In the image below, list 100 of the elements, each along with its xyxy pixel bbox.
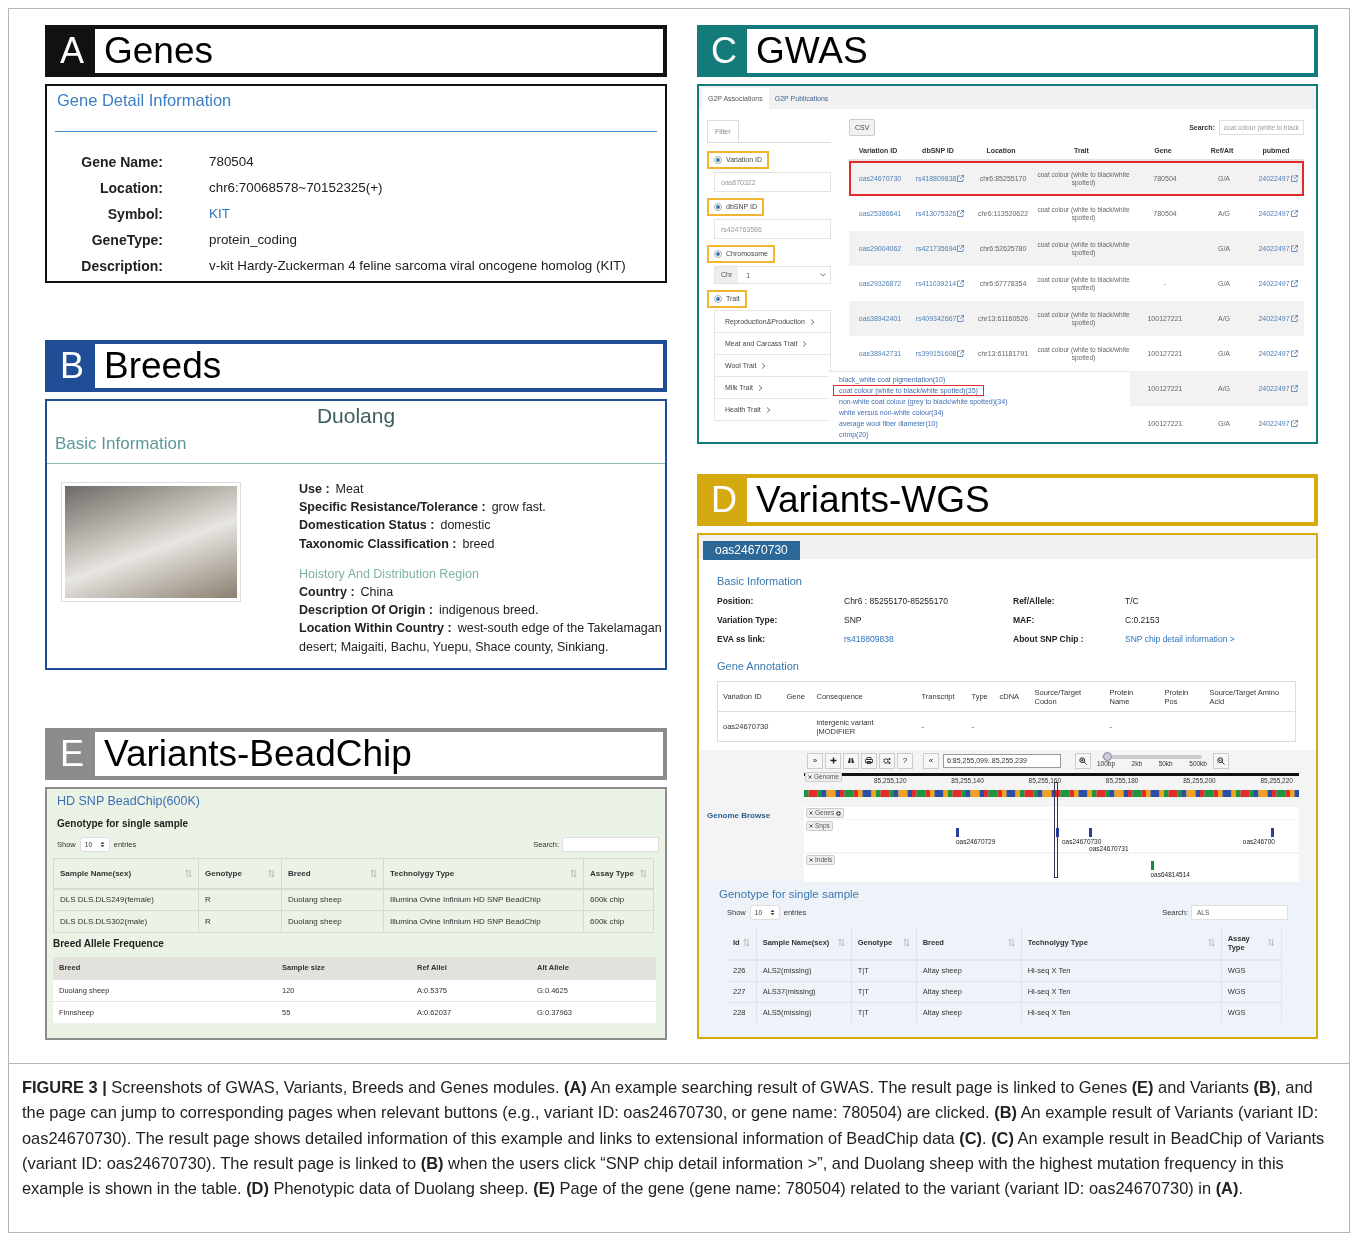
sort-icon[interactable]: [1207, 938, 1215, 947]
column-header[interactable]: Breed: [288, 868, 311, 878]
info-text: Taxonomic Classification : breed: [299, 535, 496, 553]
close-icon[interactable]: [809, 858, 813, 862]
panel-title: Variants-WGS: [755, 478, 990, 522]
field-value: chr6:70068578~70152325(+): [209, 179, 384, 197]
external-link-icon[interactable]: [1290, 350, 1298, 357]
printer-icon: [865, 757, 873, 764]
link[interactable]: SNP chip detail information >: [1125, 634, 1298, 644]
search-field[interactable]: [562, 837, 659, 852]
slider-track[interactable]: [1102, 754, 1202, 759]
field-value: v-kit Hardy-Zuckerman 4 feline sarcoma viral oncogene homolog (KIT): [209, 257, 627, 275]
section-heading: Gene Annotation: [717, 660, 800, 672]
tab[interactable]: oas24670730: [703, 541, 800, 560]
external-link-icon[interactable]: [1290, 280, 1298, 287]
sort-icon[interactable]: [570, 868, 577, 878]
field-label: Variation Type:: [717, 615, 779, 625]
snp-marker[interactable]: [1055, 828, 1059, 837]
search-button[interactable]: [843, 752, 859, 769]
chevron-icon: [765, 406, 771, 413]
panel-title: Genes: [103, 29, 213, 73]
zoom-out-icon: [1217, 756, 1225, 765]
radio-icon[interactable]: [714, 156, 722, 164]
chevron-icon: [761, 362, 767, 369]
field-label: Gene Name:: [80, 153, 163, 172]
caret-icon: [820, 273, 826, 277]
sort-icon[interactable]: [185, 868, 192, 878]
panel-letter: C: [701, 29, 747, 73]
panel-title: Breeds: [103, 344, 222, 388]
column-header[interactable]: Assay Type: [590, 868, 634, 878]
panel-letter: B: [49, 344, 95, 388]
slider-thumb[interactable]: [1103, 751, 1112, 761]
zoom-in-button[interactable]: [825, 752, 841, 769]
column-header[interactable]: Sample Name(sex): [60, 868, 132, 878]
table-cell: R: [205, 917, 211, 926]
panel-title: Variants-BeadChip: [103, 732, 412, 776]
snp-marker[interactable]: [1270, 828, 1274, 837]
sort-icon[interactable]: [837, 938, 845, 947]
field-label: Symbol:: [106, 205, 163, 224]
settings-button[interactable]: [879, 752, 895, 769]
external-link-icon[interactable]: [1290, 175, 1298, 182]
column-header[interactable]: Genotype: [205, 868, 242, 878]
external-link-icon[interactable]: [957, 350, 965, 357]
field-value: 780504: [209, 153, 255, 171]
external-link-icon[interactable]: [957, 175, 965, 182]
back-button[interactable]: «: [923, 752, 939, 769]
external-link-icon[interactable]: [957, 245, 965, 252]
gene-symbol-link[interactable]: KIT: [209, 204, 665, 224]
sort-icon[interactable]: [1268, 938, 1275, 947]
zoom-in-button[interactable]: [1075, 752, 1091, 769]
sort-icon[interactable]: [742, 938, 750, 947]
external-link-icon[interactable]: [1290, 315, 1298, 322]
external-link-icon[interactable]: [1290, 245, 1298, 252]
field-value: SNP: [844, 615, 863, 625]
sort-icon[interactable]: [902, 938, 910, 947]
print-button[interactable]: [861, 752, 877, 769]
close-icon[interactable]: [809, 811, 813, 815]
close-icon[interactable]: [809, 824, 813, 828]
panel-letter: A: [49, 29, 95, 73]
indel-marker[interactable]: [1150, 861, 1154, 870]
zoom-out-button[interactable]: [1213, 752, 1229, 769]
chevron-icon: [809, 318, 815, 325]
field-label: EVA ss link:: [717, 634, 767, 644]
table-cell: 600k chip: [590, 917, 625, 926]
section-heading: HD SNP BeadChip(600K): [57, 794, 201, 808]
field-label: Location:: [99, 179, 163, 198]
panel-letter: E: [49, 732, 95, 776]
field-label: Description:: [80, 257, 163, 276]
info-text: Location Within Country : west-south edge of the Takelamagan desert; Maigaiti, Bachu, Yuepu, Shace county, Sinkiang.: [299, 620, 663, 656]
column-header[interactable]: Technolygy Type: [390, 868, 455, 878]
chevron-icon: [758, 384, 763, 391]
sort-icon[interactable]: [640, 868, 647, 878]
table-cell: Duolang sheep: [288, 895, 342, 905]
radio-icon[interactable]: [714, 250, 722, 258]
table-cell: DLS DLS.DLS249(female): [60, 895, 154, 905]
field-label: MAF:: [1013, 615, 1036, 625]
table-cell: DLS DLS.DLS302(male): [60, 917, 148, 926]
snp-marker[interactable]: [955, 828, 959, 837]
external-link-icon[interactable]: [1290, 385, 1298, 392]
field-label: GeneType:: [90, 231, 163, 250]
radio-icon[interactable]: [714, 203, 722, 211]
external-link-icon[interactable]: [957, 315, 965, 322]
add-icon[interactable]: [836, 810, 842, 816]
sort-icon[interactable]: [268, 868, 275, 878]
field-label: Ref/Allele:: [1013, 596, 1056, 606]
external-link-icon[interactable]: [957, 210, 965, 217]
sort-icon[interactable]: [1007, 938, 1015, 947]
close-icon[interactable]: [808, 775, 812, 779]
snp-marker[interactable]: [1089, 828, 1093, 837]
external-link-icon[interactable]: [1290, 420, 1298, 427]
external-link-icon[interactable]: [1290, 210, 1298, 217]
help-button[interactable]: ?: [897, 752, 913, 769]
plus-icon: [829, 757, 837, 764]
subsection-heading: Hoistory And Distribution Region: [299, 565, 480, 583]
radio-icon[interactable]: [714, 295, 722, 303]
link[interactable]: rs418809838: [844, 634, 1013, 644]
collapse-button[interactable]: »: [807, 752, 823, 769]
external-link-icon[interactable]: [957, 280, 965, 287]
sort-icon[interactable]: [370, 868, 377, 878]
info-text: Domestication Status : domestic: [299, 517, 492, 535]
